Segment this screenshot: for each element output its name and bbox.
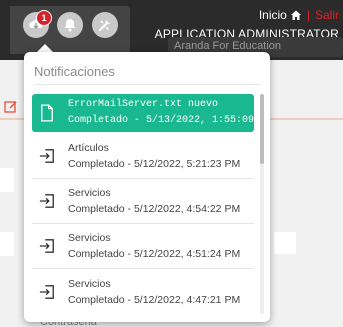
import-icon [36,281,58,303]
scrollbar-thumb[interactable] [260,94,264,164]
notification-item[interactable]: ErrorMailServer.txt nuevo Completado - 5… [32,94,270,132]
notification-name: Artículos [68,142,109,154]
separator: | [306,8,310,22]
tools-button[interactable] [92,12,118,38]
notification-name: Servicios [68,277,111,290]
notification-status: Completado - 5/12/2022, 4:51:24 PM [68,248,241,260]
notification-status: Completado - 5/13/2022, 1:55:09 PM [68,115,270,126]
notification-status: Completado - 5/12/2022, 4:47:21 PM [68,293,241,306]
file-icon [36,102,58,124]
notification-item[interactable]: Servicios Completado - 5/12/2022, 4:54:2… [32,179,254,224]
notification-badge: 1 [36,10,52,26]
bg-field [0,168,14,192]
bg-field [274,232,296,254]
notification-item[interactable]: Servicios Completado - 5/12/2022, 4:51:2… [32,224,254,269]
notification-name: Servicios [68,232,111,244]
bg-field [0,232,14,256]
import-icon [36,190,58,212]
import-icon [36,145,58,167]
notification-name: Servicios [68,187,111,199]
notifications-list: ErrorMailServer.txt nuevo Completado - 5… [32,94,270,314]
tools-icon [98,20,110,32]
edit-icon[interactable] [4,100,18,114]
notifications-button[interactable] [57,12,83,38]
notifications-title: Notificaciones [34,64,115,79]
bell-icon [64,19,76,32]
home-icon[interactable] [290,9,302,21]
divider [34,84,260,85]
notifications-scrollbar[interactable] [260,94,264,314]
notification-name: ErrorMailServer.txt nuevo [68,99,219,110]
notification-item[interactable]: Artículos Completado - 5/12/2022, 5:21:2… [32,134,254,179]
import-icon [36,235,58,257]
home-link[interactable]: Inicio [259,8,287,22]
notification-status: Completado - 5/12/2022, 4:54:22 PM [68,203,241,215]
user-links: Inicio | Salir [155,8,339,22]
notification-item[interactable]: Servicios Completado - 5/12/2022, 4:47:2… [32,269,254,314]
notifications-dropdown: Notificaciones ErrorMailServer.txt nuevo… [24,52,270,322]
logout-link[interactable]: Salir [315,8,339,22]
notification-status: Completado - 5/12/2022, 5:21:23 PM [68,158,241,170]
